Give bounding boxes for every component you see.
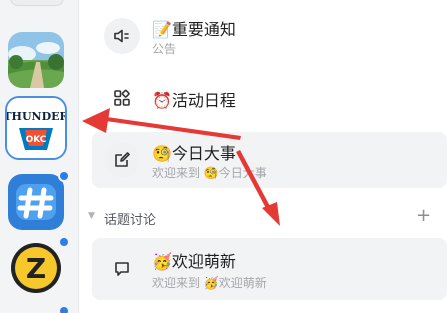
section-label: 话题讨论 — [104, 213, 157, 228]
channel-emoji: 📝 — [152, 20, 172, 39]
channel-news[interactable]: 🧐今日大事 欢迎来到 🧐今日大事 — [92, 132, 447, 188]
channel-subtitle: 欢迎来到 🥳欢迎萌新 — [152, 274, 267, 291]
channel-name: 活动日程 — [171, 91, 236, 110]
server-icon-hash[interactable] — [8, 174, 64, 230]
server-icon-z[interactable]: Z — [8, 240, 64, 296]
channel-schedule[interactable]: ⏰活动日程 — [92, 70, 447, 126]
channel-emoji: 🥳 — [152, 252, 172, 271]
subtitle-name: 今日大事 — [218, 166, 267, 180]
grid-icon — [104, 80, 140, 116]
chat-icon — [104, 251, 140, 287]
channel-name: 欢迎萌新 — [171, 252, 236, 271]
channel-name: 重要通知 — [171, 20, 236, 39]
chevron-down-icon[interactable]: ▼ — [88, 211, 95, 221]
subtitle-name: 欢迎萌新 — [218, 276, 267, 290]
subtitle-emoji: 🧐 — [203, 166, 219, 180]
section-header-topics[interactable]: ▼ 话题讨论 + — [86, 205, 447, 230]
channel-welcome[interactable]: 🥳欢迎萌新 欢迎来到 🥳欢迎萌新 — [92, 238, 447, 300]
server-rail: THUNDER OKC — [0, 0, 78, 313]
server-icon-thunder[interactable]: THUNDER OKC — [5, 96, 67, 160]
z-logo-text: Z — [26, 252, 46, 285]
subtitle-emoji: 🥳 — [203, 276, 219, 290]
unread-badge — [58, 305, 70, 313]
speaker-icon — [104, 18, 140, 54]
thunder-logo-subtext: OKC — [26, 135, 47, 145]
rail-divider — [78, 0, 79, 313]
channel-name: 今日大事 — [171, 144, 236, 163]
subtitle-prefix: 欢迎来到 — [152, 276, 201, 290]
server-icon-landscape[interactable] — [8, 32, 64, 88]
add-channel-button[interactable]: + — [416, 205, 431, 226]
app-window: THUNDER OKC — [0, 0, 447, 313]
unread-badge — [58, 170, 70, 182]
edit-icon — [104, 142, 140, 178]
channel-emoji: 🧐 — [152, 144, 172, 163]
server-item-partial[interactable] — [10, 0, 64, 6]
channel-subtitle: 欢迎来到 🧐今日大事 — [152, 164, 267, 181]
channel-subtitle: 公告 — [152, 42, 177, 56]
unread-badge — [58, 236, 70, 248]
channel-announcement[interactable]: 📝重要通知 公告 — [92, 8, 447, 64]
channel-emoji: ⏰ — [152, 91, 172, 110]
thunder-logo-text: THUNDER — [7, 110, 65, 123]
subtitle-prefix: 欢迎来到 — [152, 166, 201, 180]
